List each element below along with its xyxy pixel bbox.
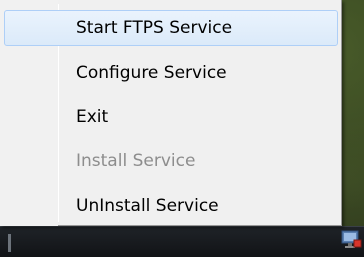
ftps-service-tray-icon[interactable]	[340, 228, 362, 250]
taskbar	[0, 226, 364, 257]
menu-item-label: Exit	[76, 107, 109, 127]
exit-menu-item[interactable]: Exit	[4, 99, 338, 135]
tray-context-menu: Start FTPS Service Configure Service Exi…	[0, 0, 342, 226]
taskbar-button-edge[interactable]	[8, 234, 11, 252]
start-ftps-service-menu-item[interactable]: Start FTPS Service	[4, 10, 338, 46]
configure-service-menu-item[interactable]: Configure Service	[4, 55, 338, 91]
install-service-menu-item: Install Service	[4, 143, 338, 179]
uninstall-service-menu-item[interactable]: UnInstall Service	[4, 188, 338, 224]
menu-item-label: Configure Service	[76, 63, 227, 83]
menu-item-label: Start FTPS Service	[76, 18, 233, 38]
menu-item-label: UnInstall Service	[76, 196, 219, 216]
menu-item-label: Install Service	[76, 151, 196, 171]
